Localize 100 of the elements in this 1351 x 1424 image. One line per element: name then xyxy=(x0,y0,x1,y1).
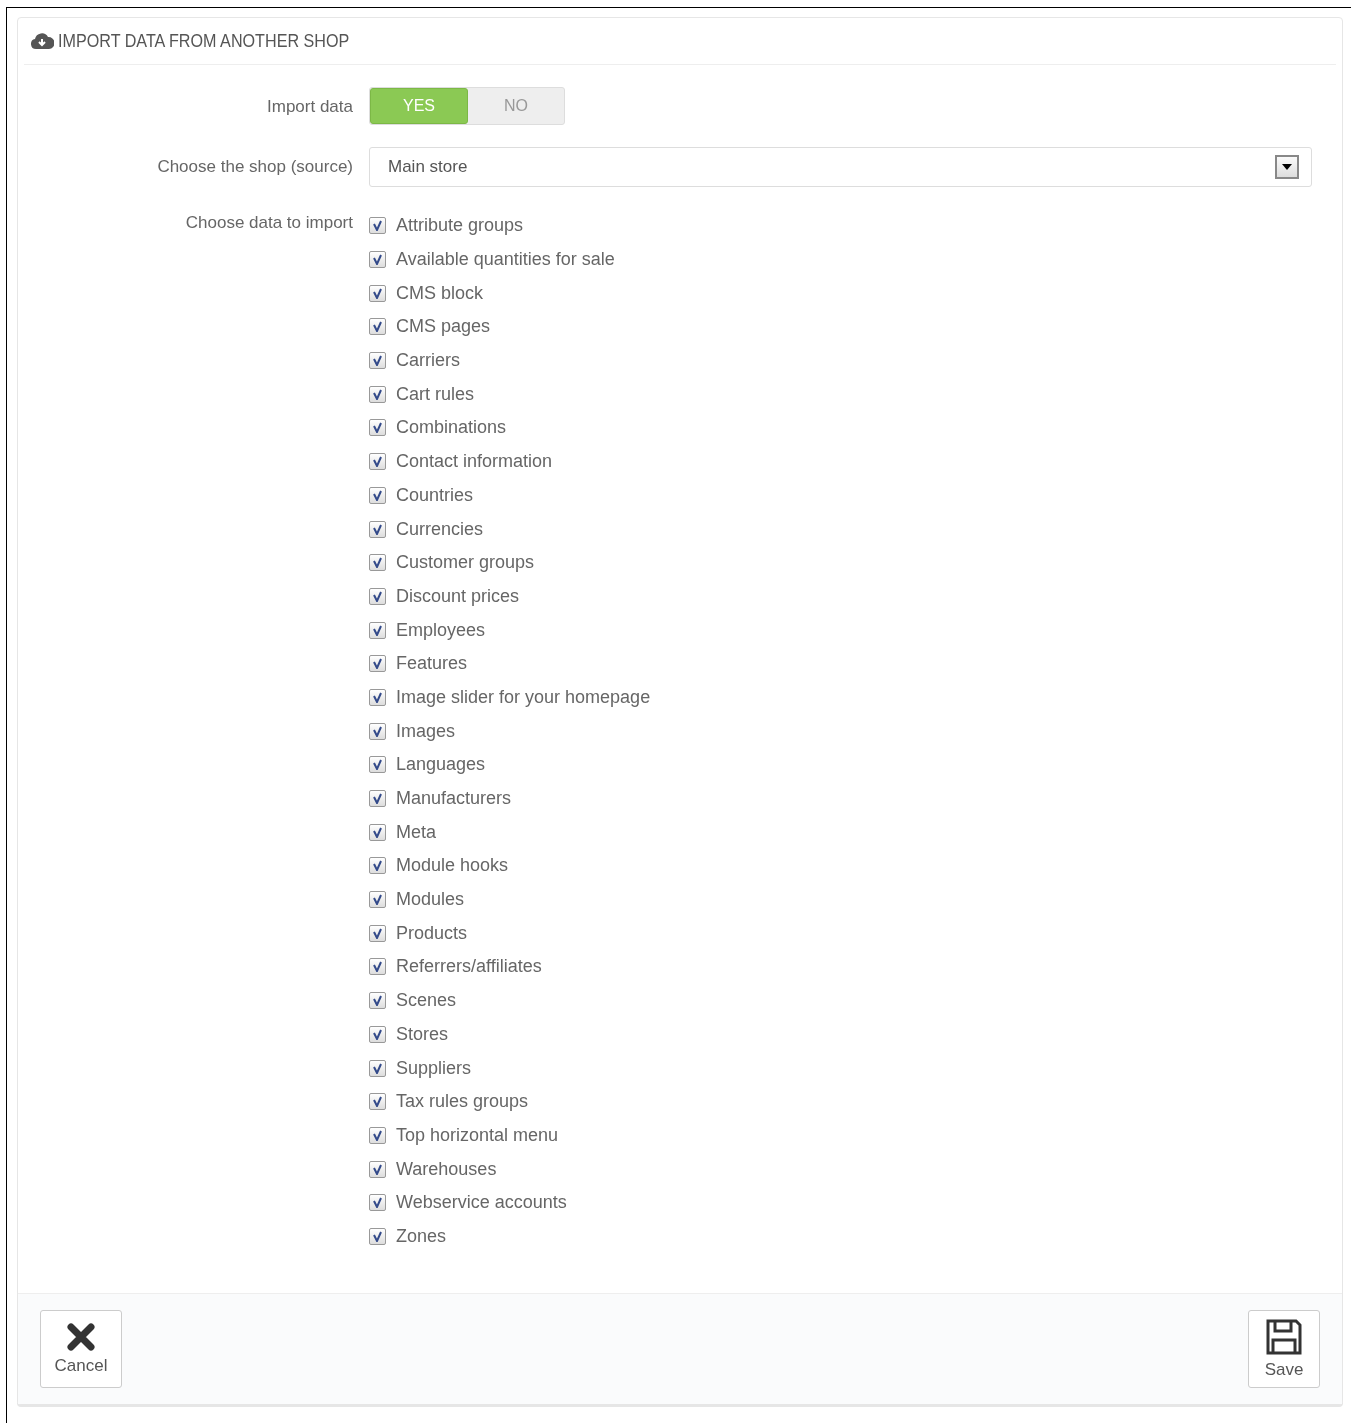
checkmark-icon xyxy=(372,456,383,468)
checkbox[interactable] xyxy=(369,419,386,437)
checkbox[interactable] xyxy=(369,790,386,808)
checkbox[interactable] xyxy=(369,655,386,673)
save-button[interactable]: Save xyxy=(1248,1310,1320,1389)
checkbox-label: Scenes xyxy=(396,990,457,1012)
checkmark-icon xyxy=(372,388,383,400)
checkmark-icon xyxy=(372,658,383,670)
checkbox-label: Languages xyxy=(396,754,486,776)
checkmark-icon xyxy=(372,995,383,1007)
checkbox-label: Meta xyxy=(396,821,437,843)
cancel-button[interactable]: Cancel xyxy=(40,1310,122,1389)
checkbox-label: Customer groups xyxy=(396,552,535,574)
checkbox[interactable] xyxy=(369,958,386,976)
checkbox-label: CMS block xyxy=(396,282,484,304)
checkmark-icon xyxy=(372,254,383,266)
checkbox-label: Referrers/affiliates xyxy=(396,956,542,978)
checkbox-label: Discount prices xyxy=(396,585,520,607)
checkmark-icon xyxy=(372,321,383,333)
checkbox-label: Cart rules xyxy=(396,383,475,405)
checkbox[interactable] xyxy=(369,756,386,774)
checkbox[interactable] xyxy=(369,251,386,269)
checkbox-label: Employees xyxy=(396,619,486,641)
checkbox[interactable] xyxy=(369,1025,386,1043)
checkmark-icon xyxy=(372,961,383,973)
checkbox-label: Zones xyxy=(396,1225,447,1247)
field-label: Choose the shop (source) xyxy=(156,156,353,177)
checkbox-label: Modules xyxy=(396,889,465,911)
checkmark-icon xyxy=(372,1062,383,1074)
checkmark-icon xyxy=(372,759,383,771)
close-icon xyxy=(66,1322,96,1353)
checkbox[interactable] xyxy=(369,554,386,572)
checkbox[interactable] xyxy=(369,621,386,639)
checkmark-icon xyxy=(372,624,383,636)
checkbox[interactable] xyxy=(369,284,386,302)
checkmark-icon xyxy=(372,927,383,939)
shop-select[interactable]: Main store xyxy=(369,147,1312,187)
checkbox[interactable] xyxy=(369,1194,386,1212)
checkbox-label: Products xyxy=(396,922,468,944)
checkmark-icon xyxy=(372,220,383,232)
checkmark-icon xyxy=(372,691,383,703)
checkmark-icon xyxy=(372,557,383,569)
checkbox[interactable] xyxy=(369,722,386,740)
checkmark-icon xyxy=(372,894,383,906)
cloud-download-icon xyxy=(30,32,54,50)
checkbox-label: Tax rules groups xyxy=(396,1091,529,1113)
checkmark-icon xyxy=(372,287,383,299)
checkbox-label: Features xyxy=(396,653,468,675)
checkbox[interactable] xyxy=(369,1160,386,1178)
checkbox[interactable] xyxy=(369,587,386,605)
field-label: Choose data to import xyxy=(184,212,353,233)
save-icon xyxy=(1265,1318,1303,1357)
checkbox[interactable] xyxy=(369,318,386,336)
checkbox-label: Available quantities for sale xyxy=(396,249,615,271)
checkbox[interactable] xyxy=(369,823,386,841)
checkmark-icon xyxy=(372,590,383,602)
checkbox-label: Warehouses xyxy=(396,1158,497,1180)
checkmark-icon xyxy=(372,826,383,838)
checkbox-label: Currencies xyxy=(396,518,484,540)
checkmark-icon xyxy=(372,793,383,805)
checkmark-icon xyxy=(372,355,383,367)
checkbox[interactable] xyxy=(369,924,386,942)
checkbox-label: Suppliers xyxy=(396,1057,472,1079)
checkbox[interactable] xyxy=(369,1059,386,1077)
checkbox-label: Attribute groups xyxy=(396,215,524,237)
checkbox-label: Countries xyxy=(396,484,474,506)
checkmark-icon xyxy=(372,489,383,501)
checkmark-icon xyxy=(372,1096,383,1108)
checkbox-label: Top horizontal menu xyxy=(396,1124,559,1146)
checkbox-label: Carriers xyxy=(396,350,460,372)
checkbox-label: Module hooks xyxy=(396,855,509,877)
checkmark-icon xyxy=(372,725,383,737)
checkbox[interactable] xyxy=(369,352,386,370)
checkmark-icon xyxy=(372,1230,383,1242)
checkbox[interactable] xyxy=(369,520,386,538)
checkbox-label: Stores xyxy=(396,1023,449,1045)
field-label: Import data xyxy=(266,96,353,117)
checkbox[interactable] xyxy=(369,688,386,706)
checkbox-label: Image slider for your homepage xyxy=(396,686,651,708)
checkmark-icon xyxy=(372,1129,383,1141)
checkbox-label: CMS pages xyxy=(396,316,491,338)
checkbox[interactable] xyxy=(369,385,386,403)
checkbox[interactable] xyxy=(369,891,386,909)
checkmark-icon xyxy=(372,860,383,872)
checkbox[interactable] xyxy=(369,1093,386,1111)
checkmark-icon xyxy=(372,422,383,434)
checkbox-label: Webservice accounts xyxy=(396,1192,567,1214)
checkbox[interactable] xyxy=(369,992,386,1010)
checkbox-label: Contact information xyxy=(396,451,553,473)
checkbox[interactable] xyxy=(369,1227,386,1245)
checkmark-icon xyxy=(372,1163,383,1175)
checkmark-icon xyxy=(372,523,383,535)
checkmark-icon xyxy=(372,1028,383,1040)
checkbox-label: Manufacturers xyxy=(396,788,512,810)
checkbox[interactable] xyxy=(369,453,386,471)
checkbox[interactable] xyxy=(369,486,386,504)
checkbox-label: Images xyxy=(396,720,456,742)
checkbox[interactable] xyxy=(369,217,386,235)
checkbox[interactable] xyxy=(369,1126,386,1144)
checkbox[interactable] xyxy=(369,857,386,875)
